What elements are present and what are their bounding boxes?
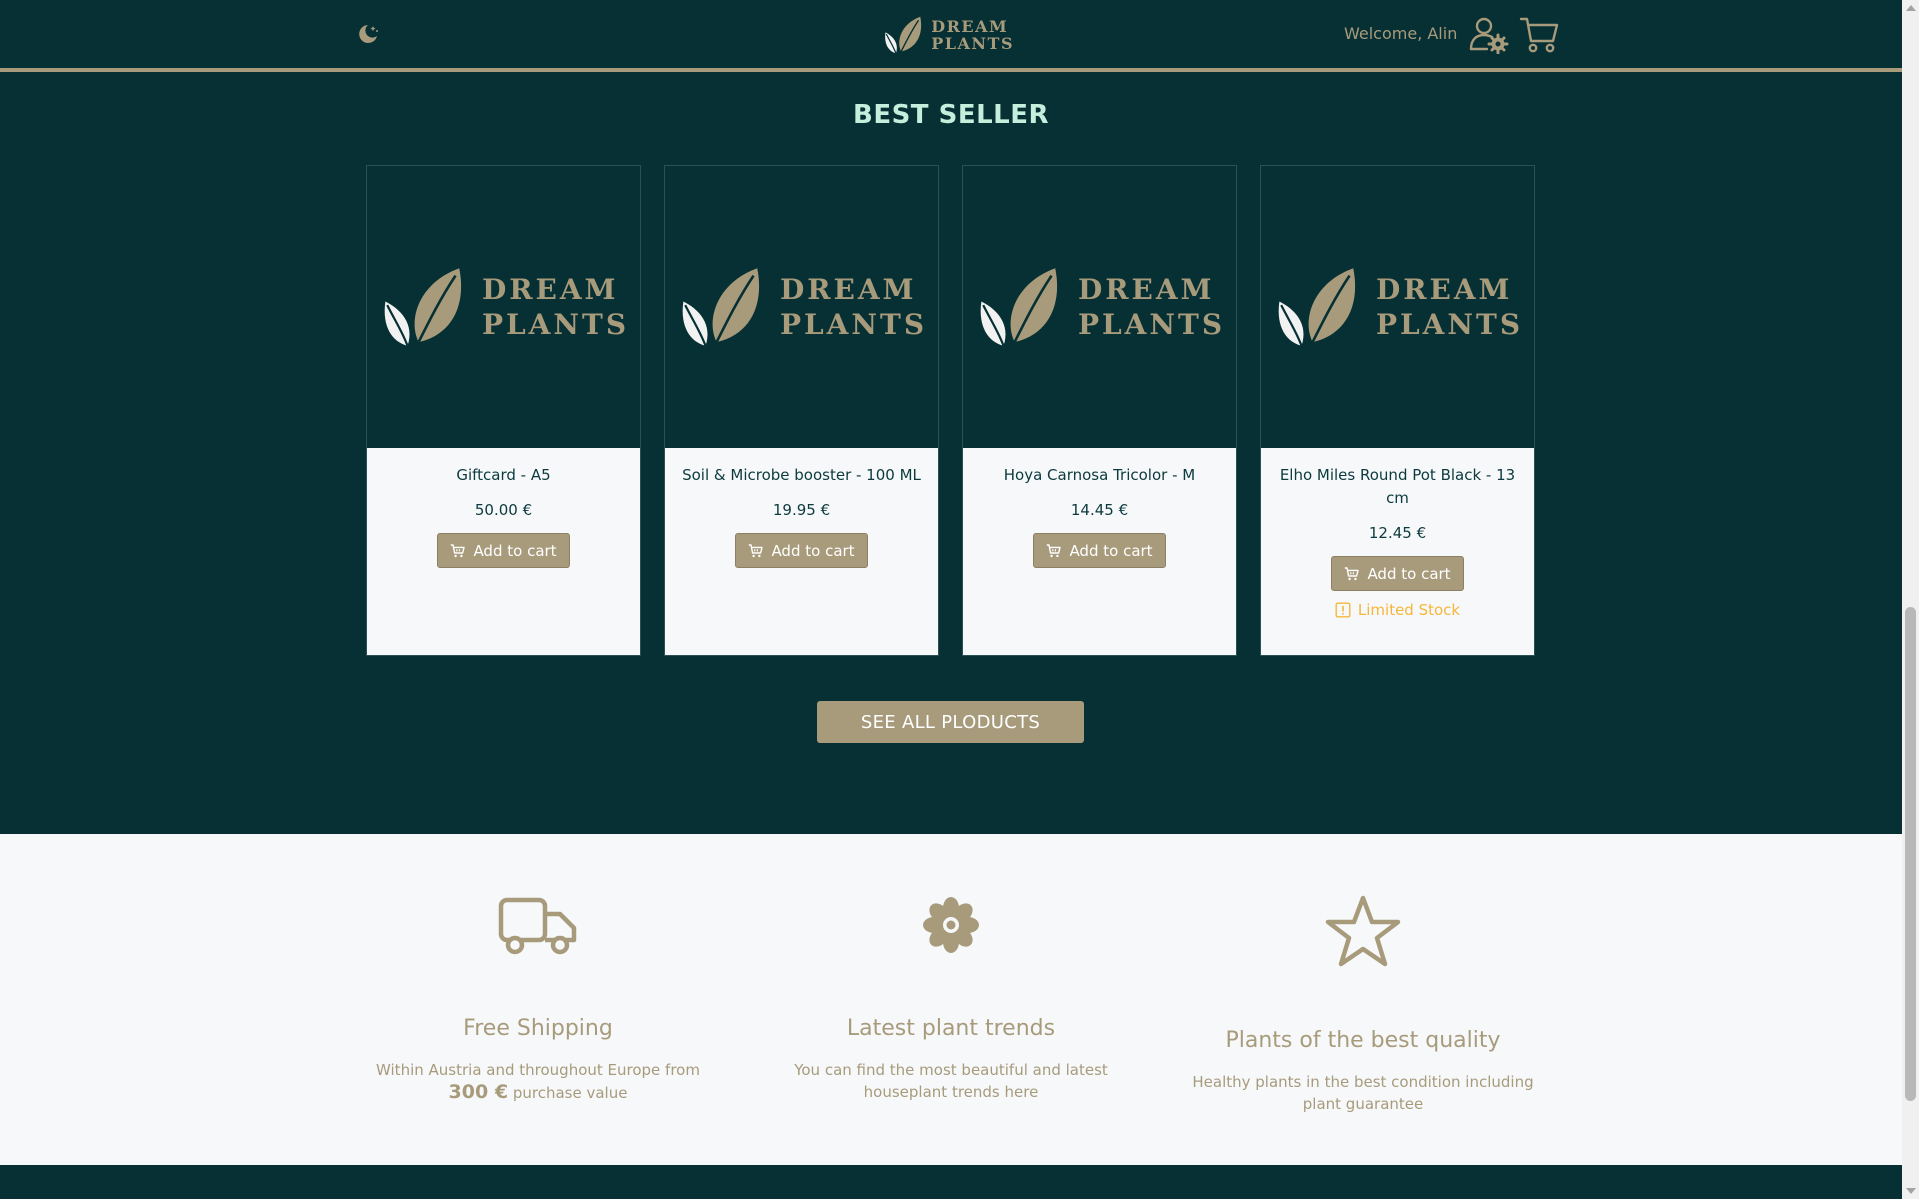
welcome-message: Welcome, Alin [1344,24,1458,43]
star-icon [1325,895,1401,967]
product-info: Giftcard - A5 50.00 € Add to cart [367,448,640,568]
scroll-down-arrow-icon[interactable] [1906,1188,1916,1194]
product-image[interactable]: DREAM PLANTS [665,166,938,448]
feature-desc-text: Within Austria and throughout Europe fro… [376,1061,700,1079]
placeholder-line-1: DREAM [1375,273,1513,306]
shopping-cart-icon [1519,17,1559,53]
product-info: Hoya Carnosa Tricolor - M 14.45 € Add to c… [963,448,1236,568]
feature-title: Latest plant trends [846,1016,1056,1041]
placeholder-line-1: DREAM [1077,273,1215,306]
feature-description: Within Austria and throughout Europe fro… [358,1059,718,1104]
moon-stars-icon [359,25,378,43]
placeholder-line-2: PLANTS [481,308,630,341]
add-to-cart-label: Add to cart [473,541,557,560]
truck-icon [498,897,577,955]
add-to-cart-button[interactable]: Add to cart [437,533,570,568]
dark-mode-toggle[interactable] [354,20,382,48]
product-image[interactable]: DREAM PLANTS [1261,166,1534,448]
product-price: 19.95 € [772,501,831,519]
product-card[interactable]: DREAM PLANTS Hoya Carnosa Tricolor - M 14.4… [962,165,1237,656]
cart-icon [1345,566,1360,580]
product-info: Soil & Microbe booster - 100 ML 19.95 € Ad… [665,448,938,568]
section-title: BEST SELLER [853,100,1049,130]
features-section: Free Shipping Within Austria and through… [0,834,1902,1165]
account-settings-button[interactable] [1469,16,1509,55]
feature-plant-trends: Latest plant trends You can find the mos… [771,834,1131,1103]
footer [0,1165,1902,1199]
placeholder-logo-text: DREAM PLANTS [1078,272,1225,342]
page: DREAM PLANTS Welcome, Alin BEST SELLER D… [0,0,1902,1199]
product-price: 12.45 € [1368,524,1427,542]
logo-line-1: DREAM [931,17,1009,36]
placeholder-logo-text: DREAM PLANTS [780,272,927,342]
placeholder-logo-text: DREAM PLANTS [482,272,629,342]
flower-icon [923,897,979,953]
add-to-cart-label: Add to cart [1367,564,1451,583]
add-to-cart-button[interactable]: Add to cart [735,533,868,568]
add-to-cart-button[interactable]: Add to cart [1033,533,1166,568]
brand-placeholder-image: DREAM PLANTS [378,264,629,350]
product-info: Elho Miles Round Pot Black - 13 cm 12.45 … [1261,448,1534,619]
free-shipping-amount: 300 € [448,1081,509,1103]
feature-best-quality: Plants of the best quality Healthy plant… [1183,834,1543,1115]
vertical-scrollbar[interactable] [1902,0,1919,1199]
feature-desc-suffix: purchase value [512,1084,628,1102]
stock-warning-text: Limited Stock [1357,601,1461,619]
cart-icon [1047,543,1062,557]
top-navigation-bar: DREAM PLANTS Welcome, Alin [0,0,1902,72]
brand-placeholder-image: DREAM PLANTS [1272,264,1523,350]
feature-title: Plants of the best quality [1225,1028,1501,1053]
alert-square-icon [1335,602,1351,618]
add-to-cart-button[interactable]: Add to cart [1331,556,1464,591]
product-image[interactable]: DREAM PLANTS [963,166,1236,448]
product-card[interactable]: DREAM PLANTS Giftcard - A5 50.00 € Add to ca… [366,165,641,656]
cart-button[interactable] [1519,16,1559,54]
logo-text: DREAM PLANTS [931,18,1014,52]
product-price: 14.45 € [1070,501,1129,519]
product-image[interactable]: DREAM PLANTS [367,166,640,448]
scroll-up-arrow-icon[interactable] [1906,5,1916,11]
cart-icon [451,543,466,557]
leaves-logo-icon [980,268,1058,347]
placeholder-line-1: DREAM [481,273,619,306]
product-card[interactable]: DREAM PLANTS Elho Miles Round Pot Black - … [1260,165,1535,656]
placeholder-line-2: PLANTS [1077,308,1226,341]
see-all-products-button[interactable]: SEE ALL PLODUCTS [817,701,1084,743]
product-name[interactable]: Soil & Microbe booster - 100 ML [677,464,926,487]
product-name[interactable]: Giftcard - A5 [379,464,628,487]
stock-warning: Limited Stock [1273,601,1522,619]
product-card[interactable]: DREAM PLANTS Soil & Microbe booster - 100 … [664,165,939,656]
feature-description: Healthy plants in the best condition inc… [1192,1073,1534,1113]
placeholder-line-2: PLANTS [779,308,928,341]
add-to-cart-label: Add to cart [771,541,855,560]
user-gear-icon [1469,17,1509,55]
leaves-logo-icon [885,16,922,54]
scrollbar-thumb[interactable] [1905,607,1916,1101]
leaves-logo-icon [682,268,760,347]
leaves-logo-icon [384,268,462,347]
brand-logo[interactable]: DREAM PLANTS [882,12,1014,58]
logo-line-2: PLANTS [931,34,1014,53]
leaves-logo-icon [1278,268,1356,347]
product-price: 50.00 € [474,501,533,519]
placeholder-line-1: DREAM [779,273,917,306]
feature-description: You can find the most beautiful and late… [794,1061,1108,1101]
feature-free-shipping: Free Shipping Within Austria and through… [358,834,718,1104]
placeholder-line-2: PLANTS [1375,308,1524,341]
add-to-cart-label: Add to cart [1069,541,1153,560]
feature-title: Free Shipping [463,1016,613,1041]
product-name[interactable]: Elho Miles Round Pot Black - 13 cm [1273,464,1522,510]
brand-placeholder-image: DREAM PLANTS [974,264,1225,350]
product-name[interactable]: Hoya Carnosa Tricolor - M [975,464,1224,487]
cart-icon [749,543,764,557]
placeholder-logo-text: DREAM PLANTS [1376,272,1523,342]
brand-placeholder-image: DREAM PLANTS [676,264,927,350]
